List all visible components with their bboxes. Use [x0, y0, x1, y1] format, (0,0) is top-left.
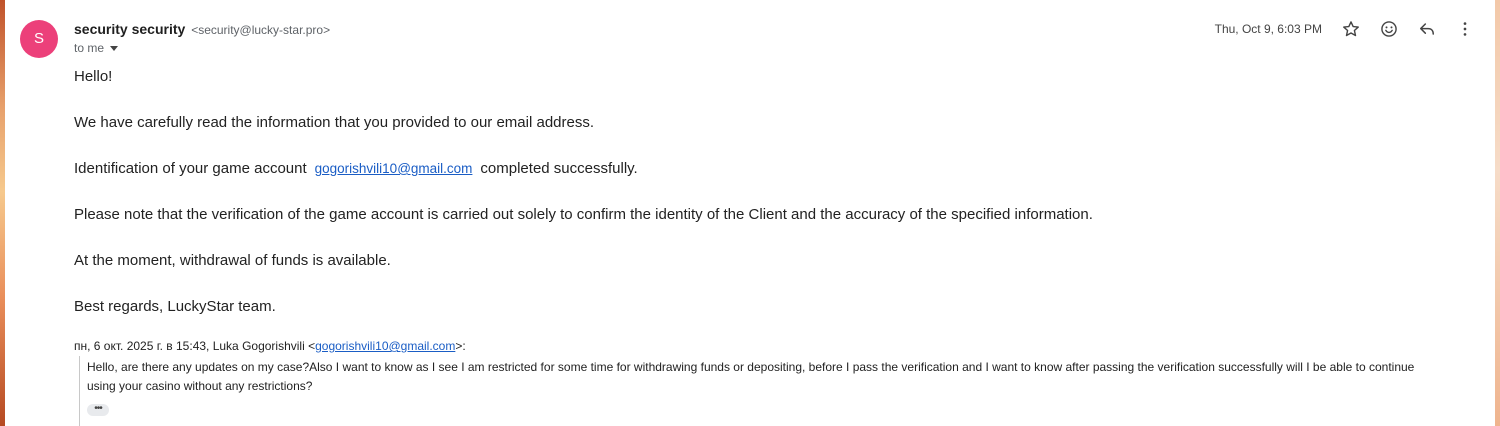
- quote-attribution: пн, 6 окт. 2025 г. в 15:43, Luka Gogoris…: [74, 339, 466, 353]
- signoff: Best regards, LuckyStar team.: [74, 298, 276, 315]
- account-email-link[interactable]: gogorishvili10@gmail.com: [315, 161, 473, 176]
- body-paragraph-4: At the moment, withdrawal of funds is av…: [74, 252, 391, 269]
- message-actions: Thu, Oct 9, 6:03 PM: [1215, 16, 1484, 42]
- background-edge-left: [0, 0, 5, 426]
- message-date: Thu, Oct 9, 6:03 PM: [1214, 22, 1322, 36]
- sender-name[interactable]: security security: [74, 21, 185, 37]
- body-paragraph-1: We have carefully read the information t…: [74, 114, 595, 131]
- quote-attribution-pre: пн, 6 окт. 2025 г. в 15:43, Luka Gogoris…: [74, 339, 316, 353]
- quoted-message: Hello, are there any updates on my case?…: [87, 360, 1415, 393]
- details-dropdown-icon[interactable]: [110, 46, 119, 52]
- sender-line: security security <security@lucky-star.p…: [74, 21, 330, 37]
- reply-icon: [1420, 23, 1434, 35]
- recipient-label: to me: [74, 41, 105, 55]
- background-edge-right: [1495, 0, 1500, 426]
- emoji-icon: [1381, 21, 1397, 37]
- recipient-line[interactable]: to me: [74, 41, 119, 55]
- sender-avatar[interactable]: S: [20, 20, 58, 58]
- body-paragraph-2-pre: Identification of your game account: [74, 160, 307, 177]
- message-body: Hello! We have carefully read the inform…: [74, 67, 1374, 343]
- body-paragraph-2: Identification of your game account gogor…: [74, 159, 1374, 180]
- reply-button[interactable]: [1408, 16, 1446, 42]
- more-vert-icon: [1463, 22, 1467, 36]
- more-options-button[interactable]: [1446, 16, 1484, 42]
- greeting: Hello!: [74, 68, 113, 85]
- star-icon: [1343, 21, 1359, 37]
- quote-border: [79, 356, 80, 426]
- show-trimmed-content-button[interactable]: •••: [87, 404, 109, 416]
- add-reaction-button[interactable]: [1370, 16, 1408, 42]
- sender-email: <security@lucky-star.pro>: [191, 23, 331, 37]
- quote-sender-email-link[interactable]: gogorishvili10@gmail.com: [315, 339, 455, 353]
- star-button[interactable]: [1332, 16, 1370, 42]
- quote-attribution-post: >:: [455, 339, 466, 353]
- body-paragraph-3: Please note that the verification of the…: [74, 206, 1093, 223]
- body-paragraph-2-post: completed successfully.: [480, 160, 638, 177]
